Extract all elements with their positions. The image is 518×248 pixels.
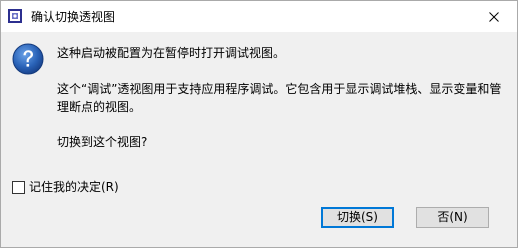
eclipse-window-icon — [8, 9, 22, 23]
title-bar[interactable]: 确认切换透视图 — [1, 1, 517, 32]
confirm-perspective-switch-dialog: 确认切换透视图 这种启动被配置为在暂停时打开调试视图。 这个“调试”透视图用于支… — [0, 0, 518, 248]
message-question: 切换到这个视图? — [57, 135, 148, 149]
no-button[interactable]: 否(N) — [416, 207, 489, 228]
switch-button[interactable]: 切换(S) — [321, 207, 394, 228]
checkbox-box[interactable] — [12, 180, 25, 194]
close-button[interactable] — [471, 1, 517, 32]
remember-decision-label: 记住我的决定(R) — [29, 180, 119, 194]
window-title: 确认切换透视图 — [31, 10, 116, 24]
message-description: 这个“调试”透视图用于支持应用程序调试。它包含用于显示调试堆栈、显示变量和管 理… — [57, 82, 502, 114]
question-icon — [12, 43, 44, 75]
message-line-1: 这种启动被配置为在暂停时打开调试视图。 — [57, 46, 286, 60]
close-icon — [489, 11, 499, 22]
remember-decision-checkbox[interactable]: 记住我的决定(R) — [12, 179, 119, 195]
